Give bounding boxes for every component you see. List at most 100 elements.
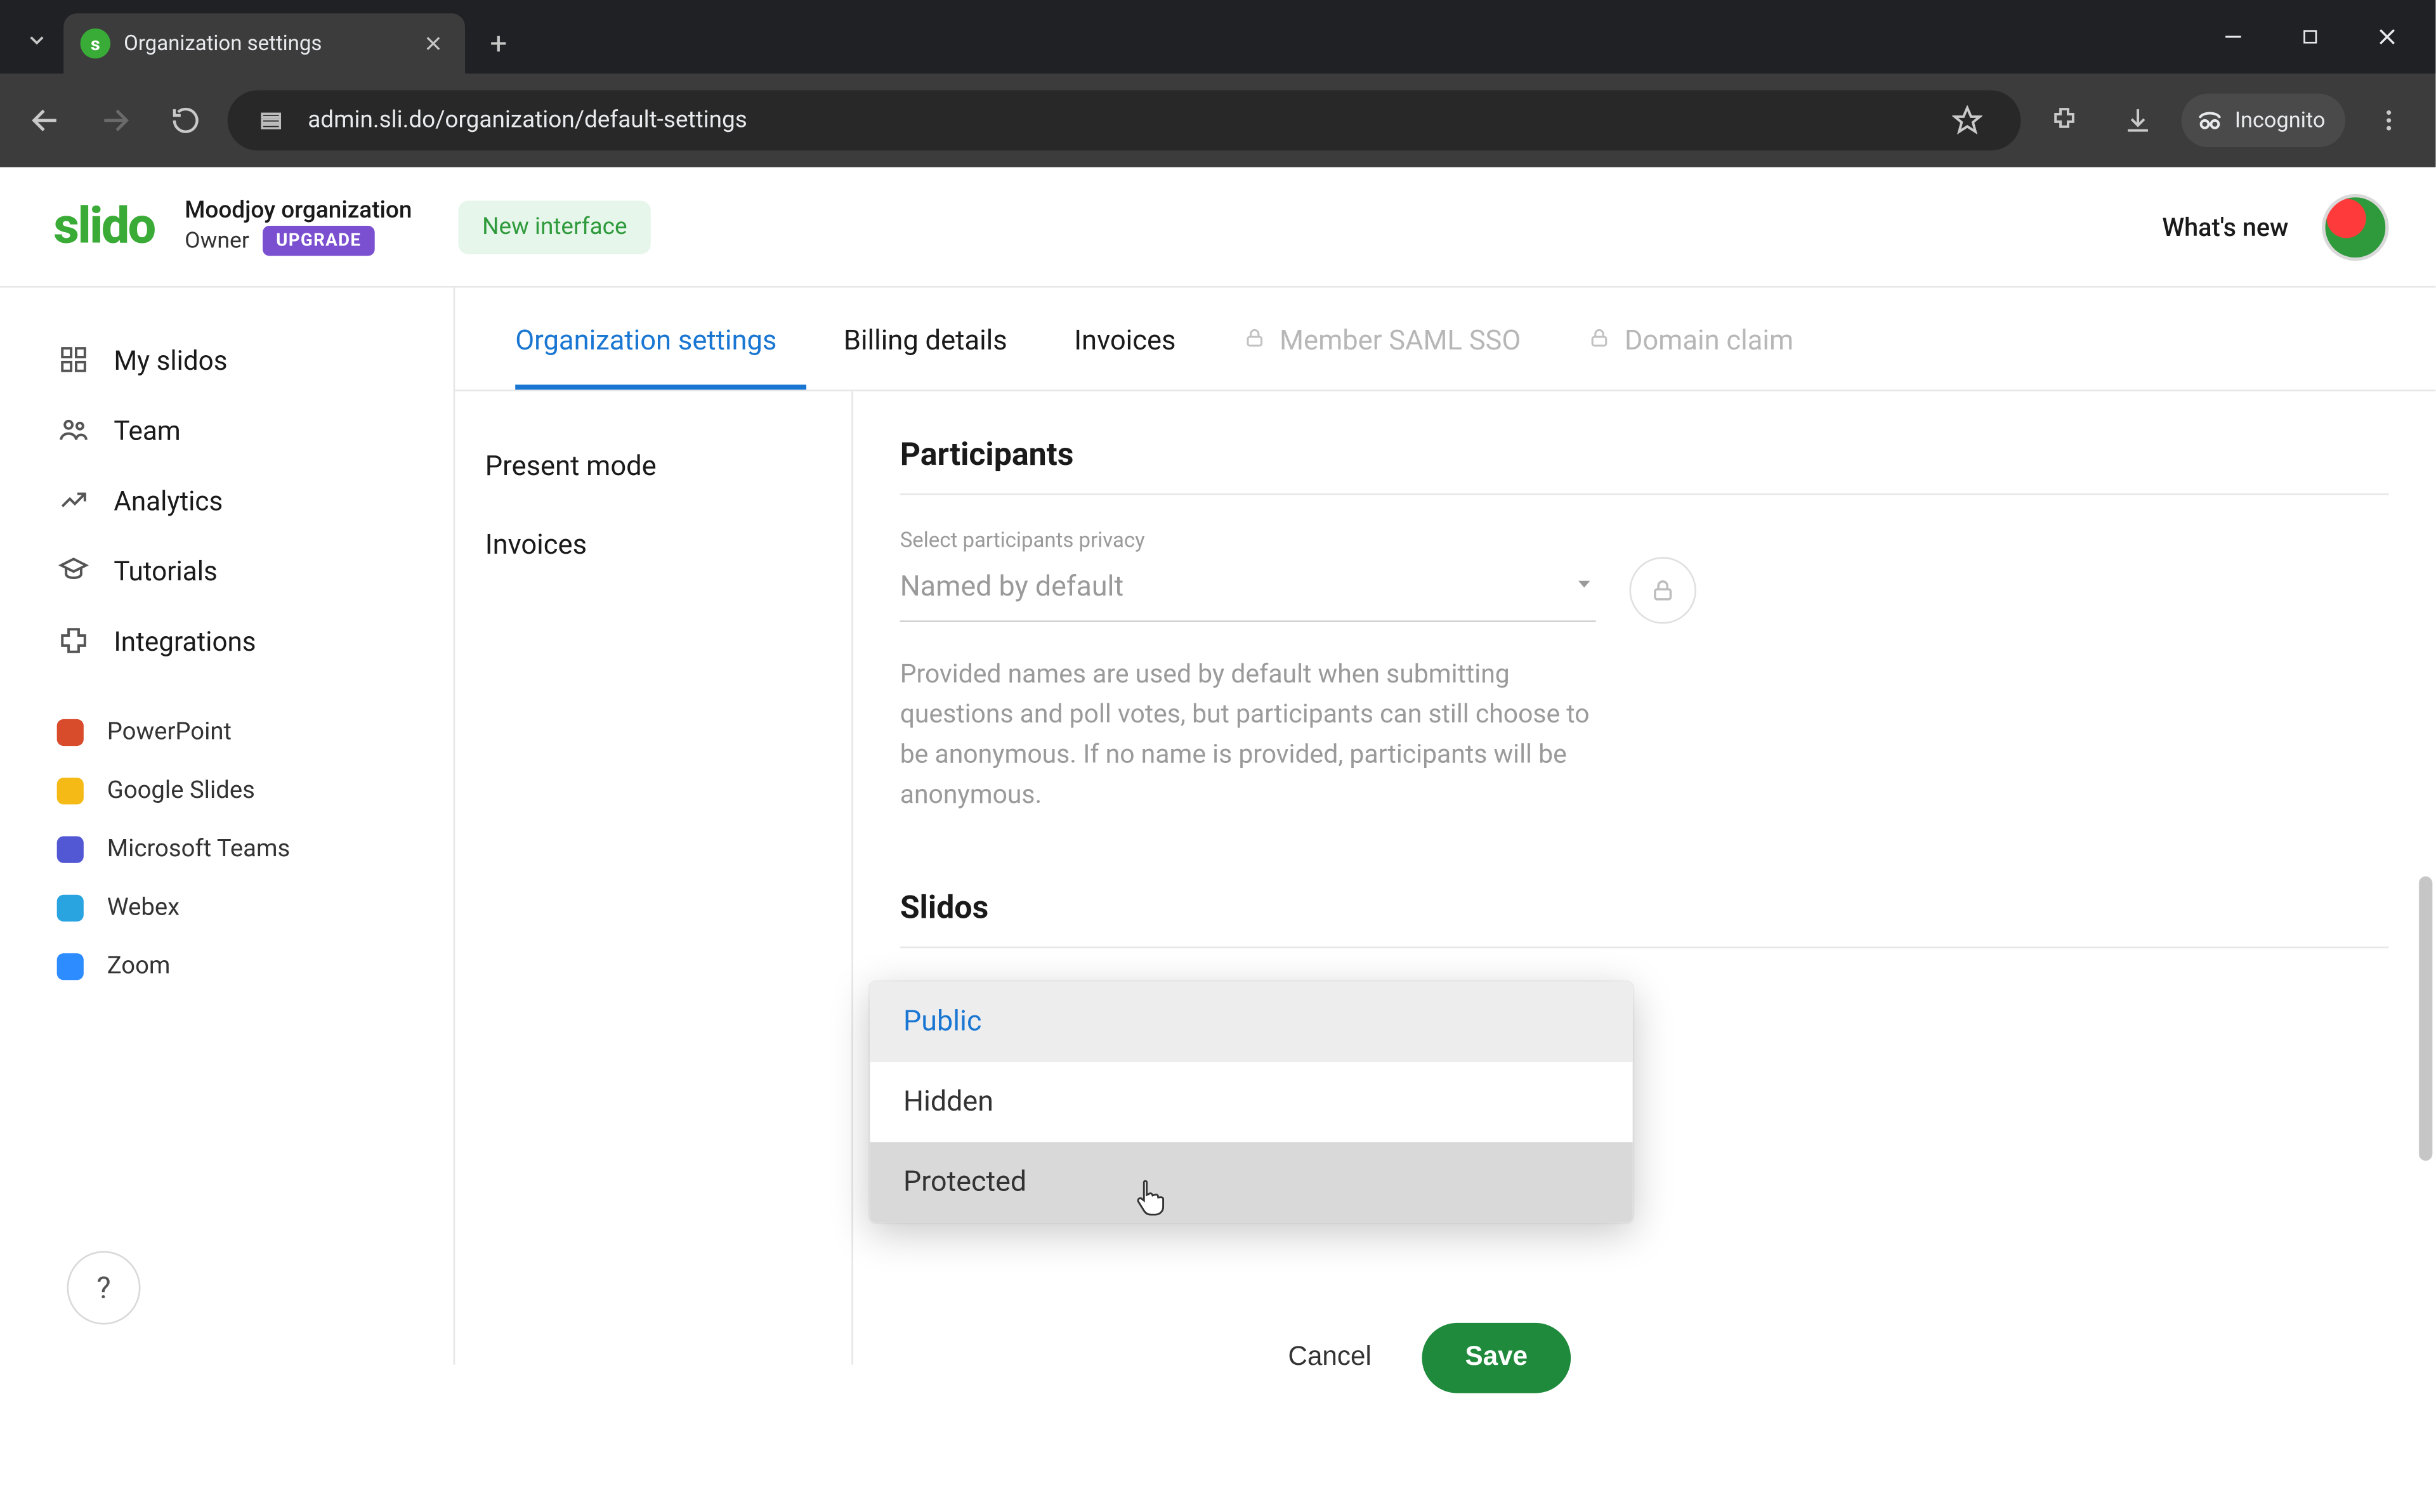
powerpoint-icon bbox=[57, 719, 84, 745]
tab-organization-settings[interactable]: Organization settings bbox=[515, 296, 807, 390]
nav-forward-button[interactable] bbox=[87, 92, 144, 149]
integrations-icon bbox=[57, 624, 91, 658]
new-interface-badge[interactable]: New interface bbox=[459, 200, 650, 253]
participants-privacy-select[interactable]: Named by default bbox=[900, 559, 1596, 622]
tab-domain-claim[interactable]: Domain claim bbox=[1588, 296, 1824, 390]
url-text: admin.sli.do/organization/default-settin… bbox=[308, 107, 747, 134]
tab-search-button[interactable] bbox=[13, 16, 60, 63]
participants-helper-text: Provided names are used by default when … bbox=[900, 654, 1603, 814]
site-info-icon[interactable] bbox=[251, 103, 291, 137]
tab-billing-details[interactable]: Billing details bbox=[844, 296, 1037, 390]
tab-label: Billing details bbox=[844, 326, 1007, 358]
form-actions: Cancel Save bbox=[1265, 1323, 2389, 1393]
browser-tab-active[interactable]: s Organization settings bbox=[63, 13, 465, 74]
grid-icon bbox=[57, 343, 91, 377]
rail-item-invoices[interactable]: Invoices bbox=[455, 507, 851, 585]
browser-menu-button[interactable] bbox=[2359, 90, 2419, 150]
dropdown-option-hidden[interactable]: Hidden bbox=[870, 1062, 1632, 1143]
scrollbar-thumb[interactable] bbox=[2419, 877, 2432, 1161]
sidebar-item-label: Team bbox=[114, 414, 180, 446]
integration-microsoft-teams[interactable]: Microsoft Teams bbox=[0, 819, 454, 878]
privacy-dropdown-panel: Public Hidden Protected bbox=[870, 982, 1632, 1223]
tab-label: Domain claim bbox=[1625, 326, 1793, 358]
lock-icon bbox=[1649, 577, 1676, 604]
sidebar-item-my-slidos[interactable]: My slidos bbox=[0, 325, 454, 395]
google-slides-icon bbox=[57, 777, 84, 804]
divider bbox=[900, 493, 2389, 495]
address-bar[interactable]: admin.sli.do/organization/default-settin… bbox=[228, 90, 2021, 150]
cancel-button[interactable]: Cancel bbox=[1265, 1326, 1395, 1390]
downloads-icon[interactable] bbox=[2107, 90, 2168, 150]
new-tab-button[interactable]: + bbox=[475, 20, 522, 67]
save-button[interactable]: Save bbox=[1422, 1323, 1571, 1393]
integration-label: Zoom bbox=[107, 951, 171, 980]
tutorials-icon bbox=[57, 554, 91, 587]
integration-label: PowerPoint bbox=[107, 717, 232, 746]
tab-invoices[interactable]: Invoices bbox=[1074, 296, 1206, 390]
avatar[interactable] bbox=[2322, 193, 2388, 260]
dropdown-option-protected[interactable]: Protected bbox=[870, 1142, 1632, 1223]
vertical-scrollbar[interactable] bbox=[2416, 575, 2432, 1512]
rail-item-present-mode[interactable]: Present mode bbox=[455, 428, 851, 507]
sidebar-item-integrations[interactable]: Integrations bbox=[0, 606, 454, 676]
tab-label: Organization settings bbox=[515, 326, 776, 358]
integration-label: Microsoft Teams bbox=[107, 835, 291, 863]
sidebar-item-label: Tutorials bbox=[114, 554, 217, 586]
window-close-button[interactable] bbox=[2348, 10, 2425, 63]
upgrade-badge[interactable]: UPGRADE bbox=[263, 225, 374, 256]
incognito-label: Incognito bbox=[2235, 108, 2326, 133]
sidebar-item-label: Analytics bbox=[114, 484, 223, 516]
integration-webex[interactable]: Webex bbox=[0, 878, 454, 936]
nav-reload-button[interactable] bbox=[157, 92, 214, 149]
participants-field-label: Select participants privacy bbox=[900, 528, 2389, 554]
cancel-label: Cancel bbox=[1288, 1343, 1371, 1372]
org-name: Moodjoy organization bbox=[185, 197, 412, 225]
window-minimize-button[interactable] bbox=[2195, 10, 2272, 63]
extensions-icon[interactable] bbox=[2034, 90, 2094, 150]
org-block: Moodjoy organization Owner UPGRADE bbox=[185, 197, 412, 256]
rail-item-label: Invoices bbox=[485, 530, 587, 562]
integration-label: Webex bbox=[107, 893, 180, 922]
lock-button[interactable] bbox=[1629, 557, 1696, 623]
window-controls bbox=[2195, 0, 2426, 74]
settings-pane: Participants Select participants privacy… bbox=[853, 391, 2436, 1365]
window-maximize-button[interactable] bbox=[2272, 10, 2348, 63]
app-header: slido Moodjoy organization Owner UPGRADE… bbox=[0, 167, 2435, 288]
option-label: Hidden bbox=[903, 1086, 993, 1119]
bookmark-icon[interactable] bbox=[1937, 90, 1997, 150]
app-root: slido Moodjoy organization Owner UPGRADE… bbox=[0, 167, 2435, 1365]
option-label: Protected bbox=[903, 1166, 1026, 1199]
sidebar-item-analytics[interactable]: Analytics bbox=[0, 465, 454, 535]
tab-label: Invoices bbox=[1074, 326, 1175, 358]
pointer-cursor-icon bbox=[1134, 1177, 1168, 1221]
whats-new-link[interactable]: What's new bbox=[2162, 212, 2288, 242]
dropdown-option-public[interactable]: Public bbox=[870, 982, 1632, 1062]
integration-zoom[interactable]: Zoom bbox=[0, 937, 454, 995]
sidebar-item-tutorials[interactable]: Tutorials bbox=[0, 535, 454, 606]
analytics-icon bbox=[57, 483, 91, 517]
sidebar-item-team[interactable]: Team bbox=[0, 394, 454, 465]
select-value: Named by default bbox=[900, 570, 1123, 603]
help-label: ? bbox=[96, 1270, 110, 1305]
org-role: Owner bbox=[185, 227, 249, 254]
tab-member-saml-sso[interactable]: Member SAML SSO bbox=[1243, 296, 1551, 390]
lock-icon bbox=[1588, 326, 1611, 358]
section-title-slidos: Slidos bbox=[900, 888, 2389, 927]
integration-powerpoint[interactable]: PowerPoint bbox=[0, 703, 454, 761]
rail-item-label: Present mode bbox=[485, 452, 657, 483]
settings-left-rail: Present mode Invoices bbox=[455, 391, 853, 1365]
help-button[interactable]: ? bbox=[67, 1251, 140, 1324]
incognito-chip[interactable]: Incognito bbox=[2181, 94, 2345, 147]
tab-close-button[interactable] bbox=[418, 29, 448, 58]
section-title-participants: Participants bbox=[900, 435, 2389, 474]
nav-back-button[interactable] bbox=[16, 92, 74, 149]
tab-title: Organization settings bbox=[124, 31, 322, 56]
chevron-down-icon bbox=[1573, 570, 1596, 603]
integration-label: Google Slides bbox=[107, 776, 255, 805]
browser-tabstrip: s Organization settings + bbox=[0, 0, 2435, 74]
zoom-icon bbox=[57, 953, 84, 979]
settings-tabs: Organization settings Billing details In… bbox=[455, 288, 2435, 391]
integration-google-slides[interactable]: Google Slides bbox=[0, 761, 454, 819]
main: Organization settings Billing details In… bbox=[455, 288, 2435, 1365]
logo[interactable]: slido bbox=[53, 197, 154, 256]
